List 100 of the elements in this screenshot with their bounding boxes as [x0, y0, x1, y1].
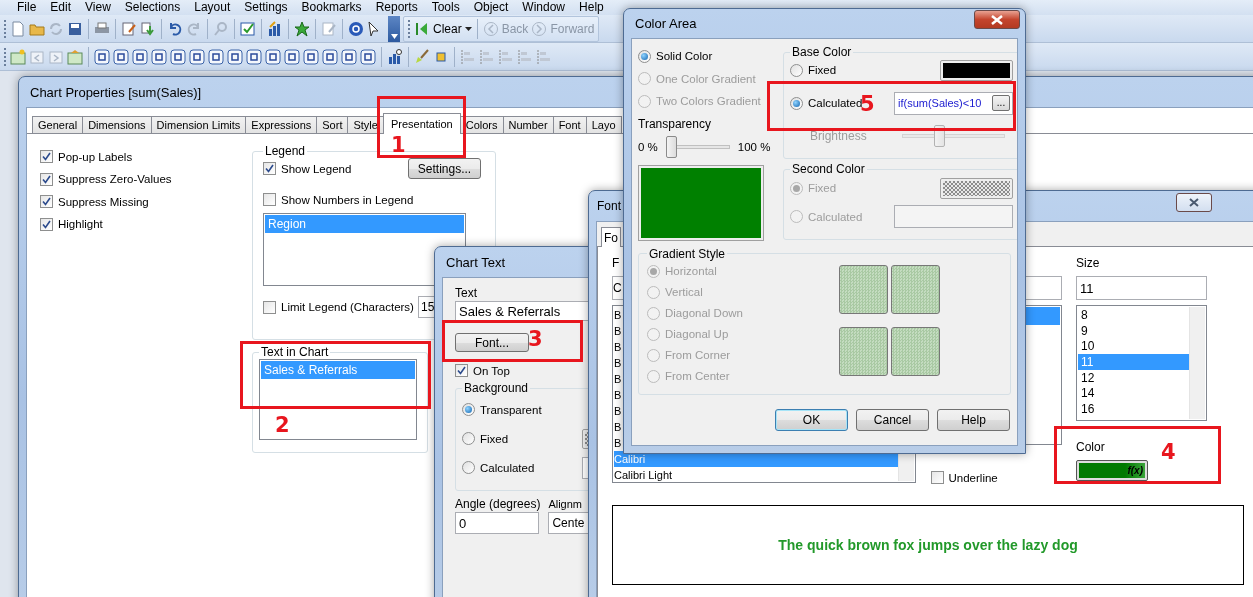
sheet-left-icon[interactable] — [29, 48, 45, 65]
menu-item[interactable]: Tools — [424, 0, 467, 15]
checkbox[interactable] — [263, 300, 276, 314]
tab[interactable]: Dimensions — [82, 116, 152, 133]
object-icon[interactable] — [132, 48, 148, 65]
list-item[interactable]: 14 — [1078, 385, 1189, 402]
object-icon[interactable] — [189, 48, 205, 65]
list-item[interactable]: 10 — [1078, 338, 1189, 355]
object-icon[interactable] — [170, 48, 186, 65]
font-button[interactable]: Font... — [455, 333, 529, 352]
menu-item[interactable]: Window — [515, 0, 573, 15]
menu-item[interactable]: Selections — [117, 0, 188, 15]
color-swatch[interactable] — [940, 59, 1013, 81]
tab[interactable]: Presentation — [382, 113, 461, 134]
radio-button[interactable] — [790, 63, 803, 77]
star-icon[interactable] — [294, 20, 310, 37]
radio-button[interactable] — [790, 96, 803, 110]
gradient-preview[interactable] — [839, 327, 888, 376]
object-icon[interactable] — [94, 48, 110, 65]
checkbox[interactable] — [40, 217, 53, 231]
gradient-preview[interactable] — [839, 264, 888, 314]
radio-button[interactable] — [462, 432, 475, 445]
checkbox[interactable] — [40, 150, 53, 163]
clear-button[interactable]: Clear — [433, 21, 462, 36]
new-sheet-icon[interactable] — [10, 48, 26, 65]
settings-button[interactable]: Settings... — [408, 158, 481, 179]
tab[interactable]: Number — [502, 116, 554, 133]
align-icon[interactable] — [517, 48, 533, 65]
object-icon[interactable] — [322, 48, 338, 65]
close-button[interactable] — [974, 10, 1020, 29]
color-swatch[interactable] — [940, 177, 1013, 199]
checkbox[interactable] — [930, 471, 944, 484]
tab[interactable]: General — [32, 116, 84, 133]
checkbox-icon[interactable] — [240, 20, 256, 37]
menu-item[interactable]: Bookmarks — [294, 0, 369, 15]
object-icon[interactable] — [360, 48, 376, 65]
checkbox[interactable] — [40, 172, 53, 186]
object-icon[interactable] — [151, 48, 167, 65]
menu-item[interactable]: Help — [572, 0, 611, 15]
undo-icon[interactable] — [167, 20, 183, 37]
menu-item[interactable]: Reports — [368, 0, 425, 15]
checkbox[interactable] — [455, 364, 468, 377]
chart-wizard-icon[interactable] — [387, 48, 403, 65]
align-icon[interactable] — [536, 48, 552, 65]
object-icon[interactable] — [246, 48, 262, 65]
dialog-button[interactable]: Cancel — [856, 408, 929, 431]
back-icon[interactable] — [482, 20, 499, 37]
object-icon[interactable] — [227, 48, 243, 65]
angle-field[interactable]: 0 — [455, 512, 539, 534]
color-button[interactable]: f(x) — [1076, 460, 1148, 481]
radio-button[interactable] — [462, 461, 475, 474]
help-icon[interactable] — [348, 20, 364, 37]
scrollbar[interactable] — [1189, 307, 1205, 419]
object-icon[interactable] — [284, 48, 300, 65]
checkbox[interactable] — [263, 193, 276, 206]
menu-item[interactable]: View — [78, 0, 118, 15]
clear-icon[interactable] — [414, 20, 430, 37]
tab[interactable]: Dimension Limits — [150, 116, 247, 133]
edit-icon[interactable] — [121, 20, 137, 37]
expression-field[interactable] — [894, 205, 1013, 228]
checkbox[interactable] — [263, 162, 276, 175]
size-field[interactable]: 11 — [1076, 276, 1207, 300]
document-icon[interactable] — [10, 20, 26, 37]
list-item[interactable]: 9 — [1078, 322, 1189, 339]
align-icon[interactable] — [479, 48, 495, 65]
bar-chart-icon[interactable] — [267, 20, 283, 37]
menu-item[interactable]: Settings — [237, 0, 295, 15]
download-icon[interactable] — [140, 20, 156, 37]
list-item[interactable]: 16 — [1078, 401, 1189, 417]
tab[interactable]: Font — [552, 116, 587, 133]
object-icon[interactable] — [208, 48, 224, 65]
tab[interactable]: Expressions — [245, 116, 318, 133]
brightness-slider[interactable] — [902, 125, 1005, 147]
align-icon[interactable] — [460, 48, 476, 65]
tab[interactable]: Fo — [601, 227, 621, 247]
list-item[interactable]: Calibri Light — [614, 467, 898, 482]
caret-icon[interactable] — [464, 26, 472, 31]
checkbox[interactable] — [40, 195, 53, 208]
list-item[interactable]: 12 — [1078, 369, 1189, 386]
chevron-icon[interactable] — [390, 33, 398, 39]
object-icon[interactable] — [265, 48, 281, 65]
edit-icon[interactable] — [321, 20, 337, 37]
menu-item[interactable]: Object — [466, 0, 516, 15]
radio-button[interactable] — [638, 49, 651, 63]
sheet-right-icon[interactable] — [48, 48, 64, 65]
dialog-button[interactable]: Help — [937, 408, 1010, 431]
list-item[interactable]: 8 — [1078, 307, 1189, 323]
menu-item[interactable]: Layout — [187, 0, 238, 15]
tab[interactable]: Layo — [585, 116, 622, 133]
dialog-button[interactable]: OK — [775, 408, 848, 431]
forward-icon[interactable] — [531, 20, 548, 37]
search-icon[interactable] — [213, 20, 229, 37]
tab[interactable]: Sort — [316, 116, 349, 133]
gradient-preview[interactable] — [891, 264, 940, 314]
close-button[interactable] — [1176, 192, 1212, 212]
align-icon[interactable] — [498, 48, 514, 65]
object-icon[interactable] — [113, 48, 129, 65]
radio-button[interactable] — [462, 403, 475, 416]
gradient-preview[interactable] — [891, 327, 940, 376]
sheet-properties-icon[interactable] — [67, 48, 83, 65]
